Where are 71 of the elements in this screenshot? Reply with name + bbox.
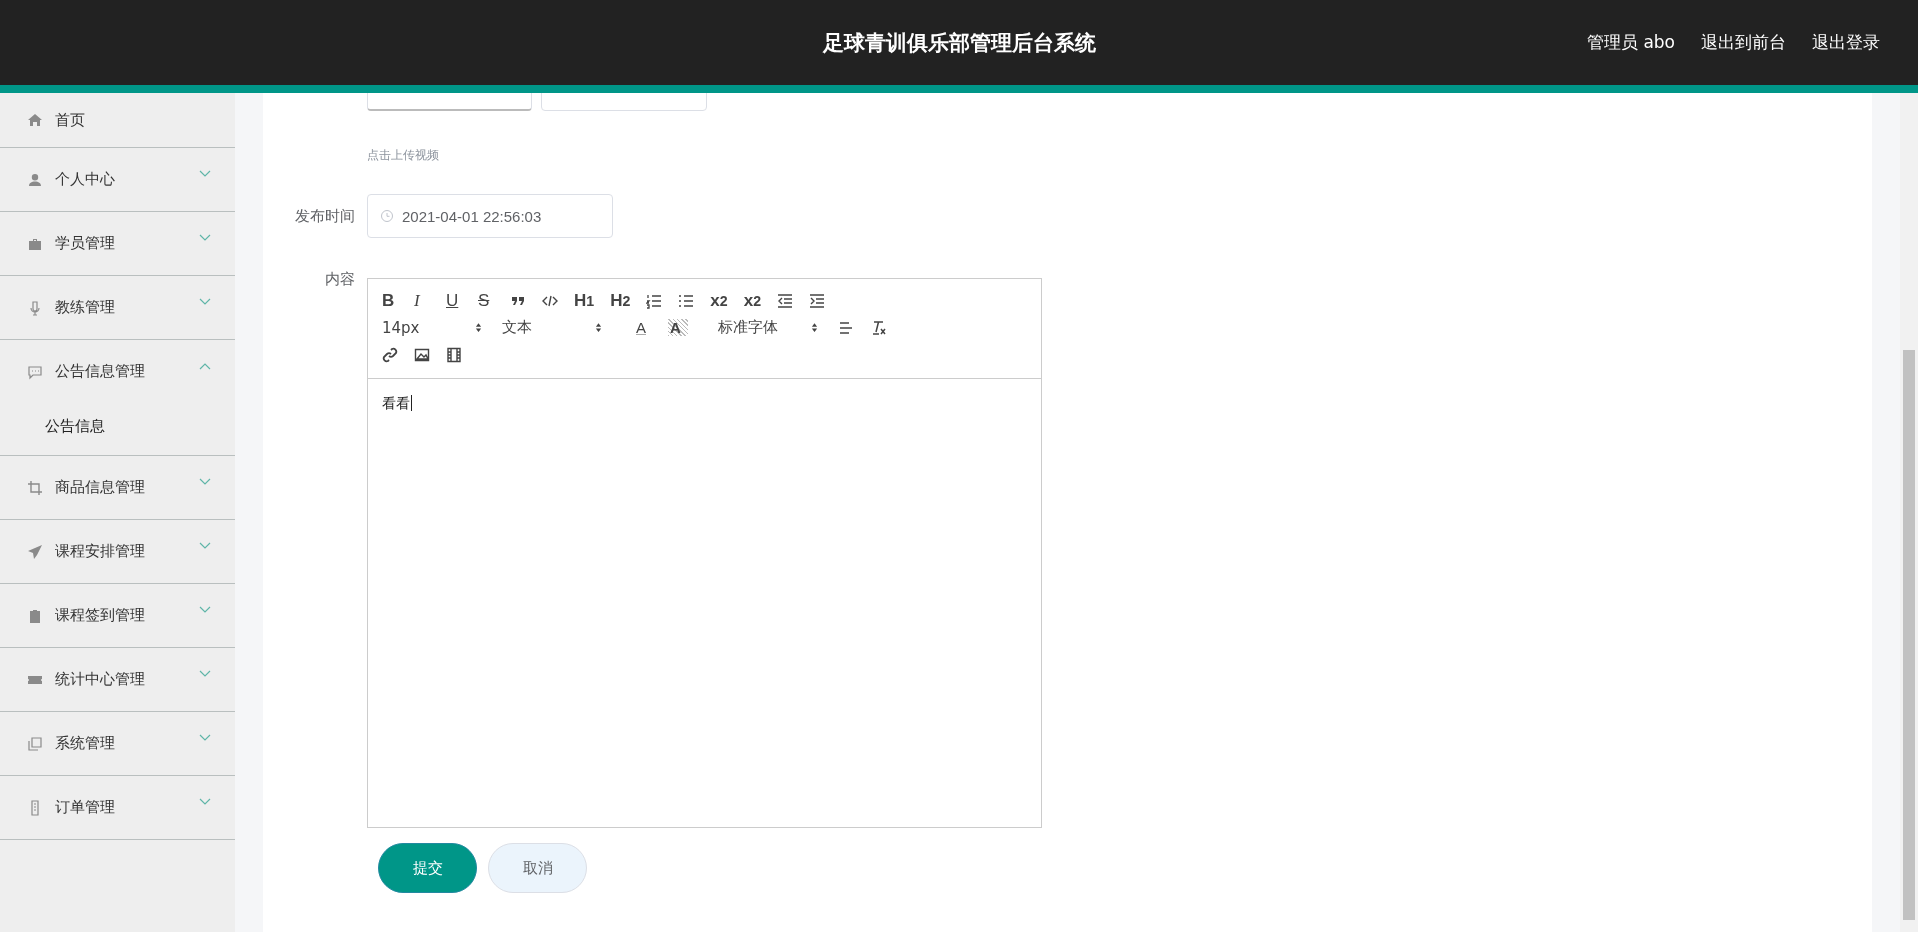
indent-icon (809, 292, 825, 309)
toolbar-button[interactable]: U (446, 290, 462, 311)
chevron-down-icon (199, 478, 211, 486)
sidebar-item[interactable]: 统计中心管理 (0, 648, 235, 711)
microphone-icon (27, 299, 43, 316)
sidebar-item[interactable]: 首页 (0, 93, 235, 147)
align-left-icon (838, 319, 854, 336)
image-icon (414, 346, 430, 363)
toolbar-button[interactable] (838, 319, 854, 336)
sidebar-item[interactable]: 订单管理 (0, 776, 235, 839)
chevron-down-icon (199, 234, 211, 242)
toolbar-button[interactable] (382, 346, 398, 363)
toolbar-button[interactable] (414, 346, 430, 363)
clear-format-icon (870, 319, 886, 336)
sort-icon (475, 322, 482, 333)
toolbar-button[interactable] (777, 292, 793, 309)
sort-icon (595, 322, 602, 333)
toolbar-button[interactable] (646, 292, 663, 309)
scrollbar[interactable] (1900, 93, 1918, 932)
clock-icon (380, 209, 394, 223)
toolbar-button[interactable]: S (478, 290, 494, 311)
submit-button[interactable]: 提交 (378, 843, 477, 893)
toolbar-button[interactable] (678, 292, 695, 309)
sidebar-item[interactable]: 系统管理 (0, 712, 235, 775)
chevron-down-icon (199, 798, 211, 806)
sidebar-item[interactable]: 课程签到管理 (0, 584, 235, 647)
clipboard-icon (27, 607, 43, 624)
toolbar-button[interactable] (809, 292, 825, 309)
crop-icon (27, 479, 43, 496)
scrollbar-thumb[interactable] (1903, 350, 1915, 920)
date-field[interactable]: 2021-04-01 22:56:03 (367, 194, 613, 238)
toolbar-button[interactable]: B (382, 290, 398, 311)
cancel-button[interactable]: 取消 (488, 843, 587, 893)
toolbar-select[interactable]: 文本 (502, 318, 602, 337)
sidebar-item[interactable]: 商品信息管理 (0, 456, 235, 519)
person-icon (27, 171, 43, 188)
header-link[interactable]: 退出到前台 (1701, 31, 1786, 54)
toolbar-button[interactable]: A (636, 319, 652, 336)
toolbar-button[interactable] (446, 346, 462, 363)
app-title: 足球青训俱乐部管理后台系统 (822, 29, 1096, 57)
chevron-down-icon (199, 734, 211, 742)
chevron-down-icon (199, 542, 211, 550)
sidebar-item[interactable]: 学员管理 (0, 212, 235, 275)
chevron-down-icon (199, 298, 211, 306)
outdent-icon (777, 292, 793, 309)
toolbar-button[interactable]: A (668, 319, 688, 336)
ordered-list-icon (646, 292, 663, 309)
field-label: 发布时间 (294, 206, 356, 226)
paper-plane-icon (27, 543, 43, 560)
toolbar-button[interactable] (870, 319, 886, 336)
header-link[interactable]: 退出登录 (1812, 31, 1880, 54)
header-link[interactable]: 管理员 abo (1587, 31, 1675, 54)
sidebar-item[interactable]: 课程安排管理 (0, 520, 235, 583)
sidebar-item[interactable]: 个人中心 (0, 148, 235, 211)
chat-icon (27, 363, 43, 380)
sort-icon (811, 322, 818, 333)
film-icon (446, 346, 462, 363)
toolbar-select[interactable]: 14px (382, 318, 482, 337)
bullet-list-icon (678, 292, 695, 309)
field-label: 内容 (324, 270, 356, 289)
copy-icon (27, 735, 43, 752)
editor-text[interactable]: 看看 (382, 395, 412, 411)
chevron-up-icon (199, 362, 211, 370)
sidebar-item[interactable]: 教练管理 (0, 276, 235, 339)
toolbar-button[interactable]: I (414, 290, 430, 311)
chevron-down-icon (199, 670, 211, 678)
chevron-down-icon (199, 170, 211, 178)
home-icon (27, 112, 43, 128)
link-icon (382, 346, 398, 363)
chevron-down-icon (199, 606, 211, 614)
toolbar-select[interactable]: 标准字体 (718, 318, 818, 337)
